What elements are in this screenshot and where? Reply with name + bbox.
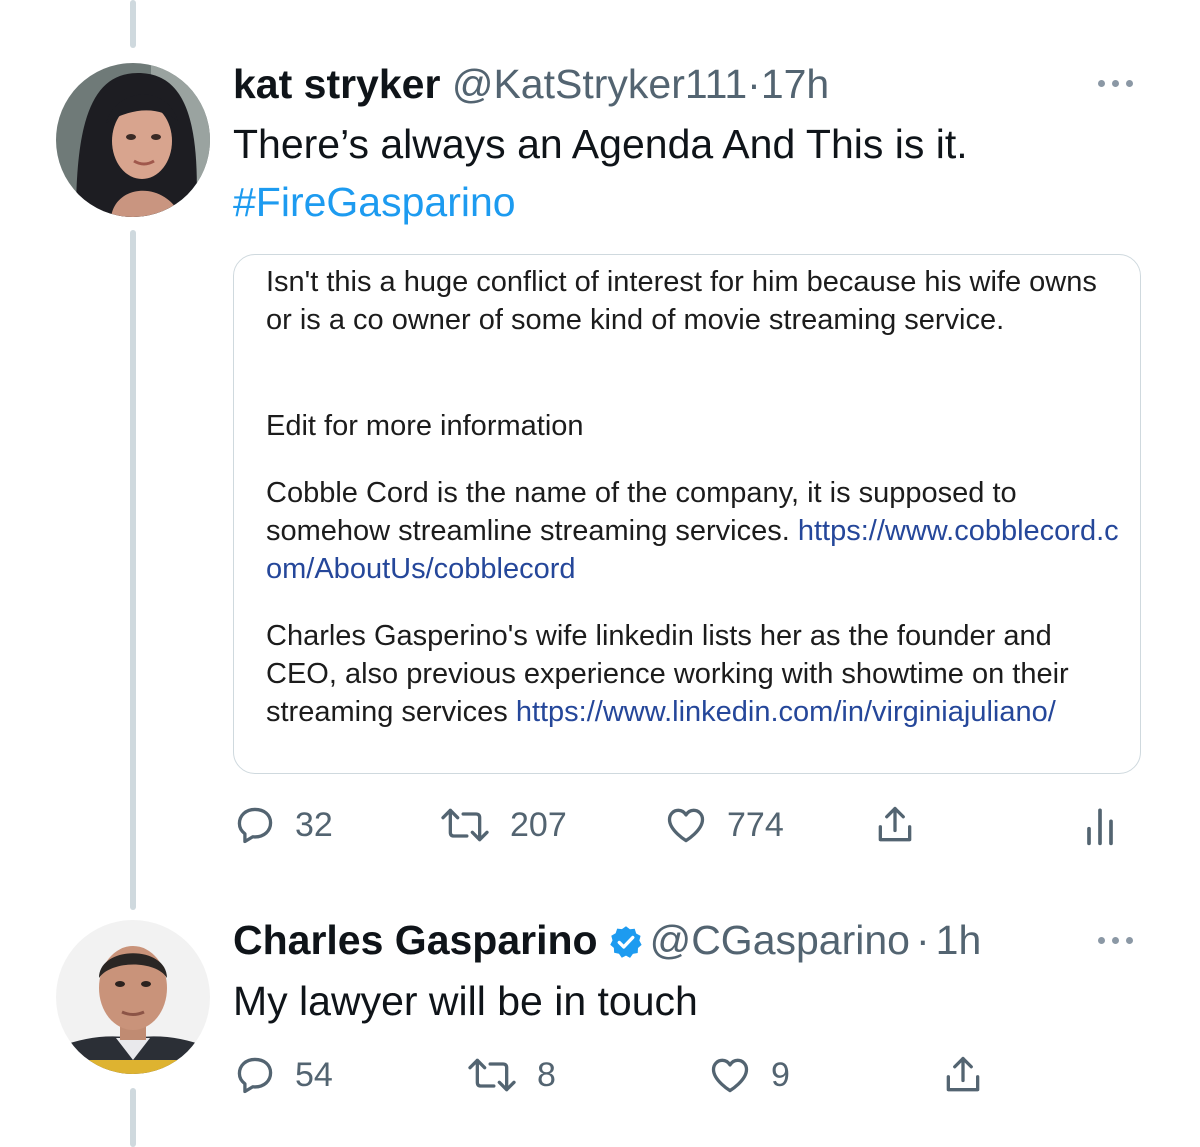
tweet-header: kat stryker @KatStryker111·17h	[233, 60, 829, 108]
user-handle[interactable]: @KatStryker111	[452, 61, 747, 107]
reply-count: 54	[295, 1055, 333, 1094]
hashtag-link[interactable]: #FireGasparino	[233, 173, 516, 231]
retweet-icon	[441, 808, 489, 842]
heart-icon	[711, 1058, 749, 1093]
analytics-icon	[1087, 808, 1113, 846]
verified-badge-icon	[609, 926, 642, 958]
timestamp[interactable]: 1h	[936, 917, 982, 963]
more-icon-dot	[1126, 80, 1133, 87]
tweet-actions: 32 207 774	[233, 795, 1133, 855]
thread-line-bottom	[130, 1088, 136, 1147]
reply-button[interactable]: 54	[233, 1045, 333, 1105]
linkedin-link[interactable]: https://www.linkedin.com/in/virginiajuli…	[516, 696, 1056, 728]
thread-line-top	[130, 0, 136, 48]
tweet-text: My lawyer will be in touch	[233, 978, 698, 1024]
retweet-count: 8	[537, 1055, 556, 1094]
more-options-button[interactable]	[1098, 937, 1133, 944]
share-button[interactable]	[941, 1045, 985, 1105]
retweet-button[interactable]: 207	[438, 795, 567, 855]
quoted-screenshot[interactable]: Isn't this a huge conflict of interest f…	[233, 254, 1141, 774]
avatar-charles-gasparino[interactable]	[56, 920, 210, 1074]
tweet-header: Charles Gasparino @CGasparino · 1h	[233, 916, 981, 964]
thread-line-middle	[130, 230, 136, 910]
like-button[interactable]: 774	[663, 795, 784, 855]
reply-icon	[237, 1057, 273, 1094]
share-button[interactable]	[873, 795, 917, 855]
more-icon-dot	[1112, 80, 1119, 87]
retweet-count: 207	[510, 805, 567, 844]
reply-icon	[237, 807, 273, 844]
avatar-kat-stryker[interactable]	[56, 63, 210, 217]
retweet-button[interactable]: 8	[465, 1045, 556, 1105]
like-button[interactable]: 9	[707, 1045, 790, 1105]
separator-dot: ·	[747, 61, 761, 107]
quote-paragraph-4: Charles Gasperino's wife linkedin lists …	[266, 617, 1126, 731]
more-icon-dot	[1098, 80, 1105, 87]
share-icon	[878, 806, 912, 842]
quote-paragraph-1: Isn't this a huge conflict of interest f…	[266, 266, 1097, 336]
more-icon-dot	[1126, 937, 1133, 944]
quote-paragraph-3: Cobble Cord is the name of the company, …	[266, 474, 1126, 588]
more-options-button[interactable]	[1098, 80, 1133, 87]
display-name[interactable]: kat stryker	[233, 61, 440, 107]
tweet-text: There’s always an Agenda And This is it.	[233, 121, 968, 167]
quote-paragraph-2: Edit for more information	[266, 410, 584, 442]
tweet-actions: 54 8 9	[233, 1045, 1133, 1105]
timestamp[interactable]: 17h	[761, 61, 829, 107]
retweet-icon	[468, 1058, 516, 1092]
more-icon-dot	[1098, 937, 1105, 944]
display-name[interactable]: Charles Gasparino	[233, 917, 598, 963]
like-count: 9	[771, 1055, 790, 1094]
reply-count: 32	[295, 805, 333, 844]
analytics-button[interactable]	[1085, 795, 1115, 855]
share-icon	[946, 1056, 980, 1092]
like-count: 774	[727, 805, 784, 844]
more-icon-dot	[1112, 937, 1119, 944]
separator-dot: ·	[915, 917, 930, 963]
heart-icon	[667, 808, 705, 843]
reply-button[interactable]: 32	[233, 795, 333, 855]
user-handle[interactable]: @CGasparino	[650, 917, 910, 963]
